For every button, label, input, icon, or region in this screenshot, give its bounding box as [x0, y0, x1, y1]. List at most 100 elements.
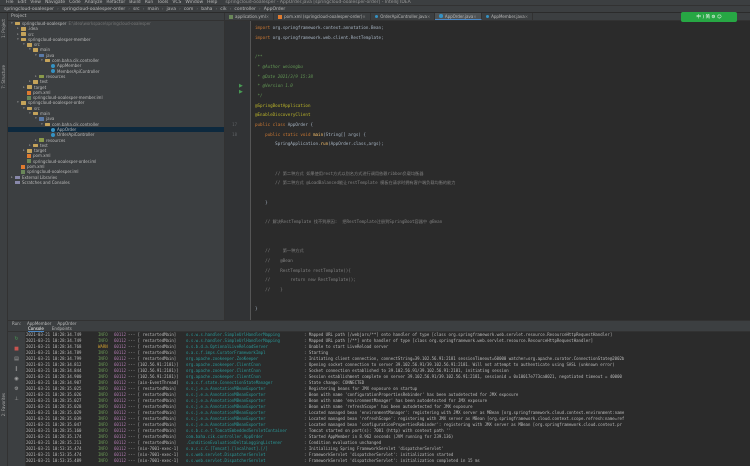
code-token: // @Bean — [255, 257, 293, 263]
code-line: // RestTemplate restTemplate(){ — [255, 268, 351, 274]
menu-item[interactable]: Navigate — [45, 0, 65, 5]
tool-tab-project[interactable]: 1: Project — [1, 19, 6, 38]
breadcrumb-item[interactable]: main — [147, 7, 158, 12]
code-token: // return new RestTemplate(); — [255, 277, 356, 283]
code-token: public static void — [255, 131, 313, 137]
close-icon[interactable]: × — [362, 14, 365, 19]
project-tree: ▾ springcloud-ooalesper E:\idea\workspace\… — [8, 21, 224, 185]
source-folder-icon — [39, 117, 44, 121]
folder-icon — [27, 85, 32, 89]
code-line: SpringApplication.run(AppOrder.class,arg… — [255, 141, 383, 147]
line-number: 18 — [232, 131, 237, 137]
project-panel-title[interactable]: Project — [11, 14, 26, 19]
close-icon[interactable]: × — [266, 14, 269, 19]
pause-icon[interactable]: ∥ — [13, 366, 20, 372]
breadcrumb-item[interactable]: src — [133, 7, 140, 12]
menu-item[interactable]: VCS — [172, 0, 181, 5]
folder-icon — [45, 58, 50, 63]
code-editor[interactable]: ▶ ▶ import org.springframework.context.a… — [225, 21, 750, 320]
pin-icon[interactable]: ⊥ — [13, 396, 20, 402]
java-class-icon — [374, 14, 379, 19]
menu-item[interactable]: Run — [145, 0, 154, 5]
breadcrumb-item[interactable]: cik — [220, 7, 226, 12]
module-file-icon — [229, 14, 233, 19]
menu-item[interactable]: Code — [69, 0, 81, 5]
run-gutter-icon[interactable]: ▶ — [239, 89, 243, 95]
folder-icon — [21, 32, 26, 36]
close-icon[interactable]: × — [525, 14, 528, 19]
run-tool-buttons: ↻ ■ ▤ ∥ ◉ ⚙ ⊥ — [8, 332, 26, 466]
breadcrumb-item[interactable]: springcloud-ooalesper-order — [62, 7, 125, 12]
resources-folder-icon — [39, 138, 44, 142]
module-file-icon — [27, 95, 31, 100]
code-line: @SpringBootApplication — [255, 103, 310, 109]
editor-tab[interactable]: AppOrder.java × — [435, 13, 482, 20]
menu-item[interactable]: Analyze — [85, 0, 103, 5]
restore-layout-icon[interactable]: ▤ — [13, 356, 20, 362]
java-class-icon — [51, 64, 55, 69]
code-line: import org.springframework.web.client.Re… — [255, 35, 384, 41]
breadcrumb-separator: › — [142, 6, 145, 12]
menu-item[interactable]: Refactor — [106, 0, 125, 5]
tree-item[interactable]: Scratches and Consoles — [8, 180, 224, 185]
code-token: // 第二种方式 如果使用rest方式以别名方式进行调用依赖ribbon负载均衡… — [255, 170, 424, 176]
editor-tab[interactable]: AppMember.java × — [482, 13, 534, 20]
editor-tab-label: AppMember.java — [491, 14, 525, 19]
console-tab[interactable]: Console — [28, 326, 44, 332]
tool-tab-structure[interactable]: 7: Structure — [1, 65, 6, 89]
folder-icon — [33, 80, 38, 84]
log-line: 2021-03-21 10:53:35.489 INFO 60112 --- [nio… — [26, 458, 750, 464]
rerun-icon[interactable]: ↻ — [13, 336, 20, 342]
console-output[interactable]: 2021-03-21 10:28:34.749 INFO 60112 --- [ re… — [26, 332, 750, 466]
settings-icon[interactable]: ⚙ — [13, 386, 20, 392]
code-line: public class AppOrder { — [255, 122, 313, 128]
breadcrumb-separator: › — [229, 6, 232, 12]
breadcrumb-item[interactable]: springcloud-ooalesper — [4, 7, 54, 12]
code-token: import — [255, 25, 273, 30]
menu-item[interactable]: Window — [185, 0, 203, 5]
menu-item[interactable]: Edit — [18, 0, 27, 5]
breadcrumb-item[interactable]: AppOrder — [264, 7, 286, 12]
xml-file-icon — [21, 164, 25, 169]
menu-item[interactable]: Tools — [157, 0, 168, 5]
tool-tab-favorites[interactable]: 2: Favorites — [1, 393, 6, 416]
camera-icon[interactable]: ◉ — [13, 376, 20, 382]
console-tab[interactable]: Endpoints — [52, 326, 72, 331]
breadcrumb-item[interactable]: java — [167, 7, 176, 12]
resources-folder-icon — [39, 74, 44, 79]
input-method-badge[interactable]: 中 ) 简 ⚙ ☺ — [681, 12, 737, 22]
breadcrumb-item[interactable]: baha — [201, 7, 212, 12]
breadcrumb-item[interactable]: com — [184, 7, 194, 12]
close-icon[interactable]: × — [473, 14, 476, 19]
menu-item[interactable]: File — [6, 0, 14, 5]
breadcrumb-separator: › — [196, 6, 199, 12]
folder-icon — [33, 143, 38, 148]
code-token: */ — [255, 92, 263, 98]
editor-tab-label: AppOrder.java — [444, 13, 474, 19]
breadcrumb-separator: › — [128, 6, 131, 12]
close-icon[interactable]: × — [427, 14, 430, 19]
code-token: // } — [255, 286, 283, 292]
menu-item[interactable]: View — [30, 0, 41, 5]
breadcrumb-item[interactable]: controller — [234, 7, 255, 12]
editor-tab[interactable]: OrderApiController.java × — [371, 13, 436, 20]
editor-tab[interactable]: pom.xml (springcloud-ooalesper-order) × — [274, 13, 371, 20]
project-panel: Project ▾ springcloud-ooalesper E:\idea\wo… — [8, 13, 225, 320]
code-line: } — [255, 306, 258, 312]
library-icon — [15, 175, 20, 179]
code-token: SpringApplication. — [255, 141, 321, 147]
xml-file-icon — [27, 154, 31, 159]
code-line: // 第二种方式 @LoadBalanced能让restTemplate 模板在… — [255, 180, 455, 186]
editor-tab-label: pom.xml (springcloud-ooalesper-order) — [284, 14, 363, 19]
code-line: // @Bean — [255, 258, 293, 264]
log-logger: o.s.web.servlet.DispatcherServlet — [186, 458, 266, 463]
code-token: run — [320, 141, 329, 147]
project-panel-header: Project — [8, 13, 224, 21]
menu-item[interactable]: Help — [207, 0, 217, 5]
xml-file-icon — [278, 14, 283, 19]
menu-item[interactable]: Build — [129, 0, 140, 5]
code-line: // 第二种方式 如果使用rest方式以别名方式进行调用依赖ribbon负载均衡… — [255, 170, 424, 177]
stop-icon[interactable]: ■ — [13, 346, 20, 352]
editor-tab[interactable]: application.yml × — [225, 13, 275, 20]
code-line: // } — [255, 287, 283, 293]
